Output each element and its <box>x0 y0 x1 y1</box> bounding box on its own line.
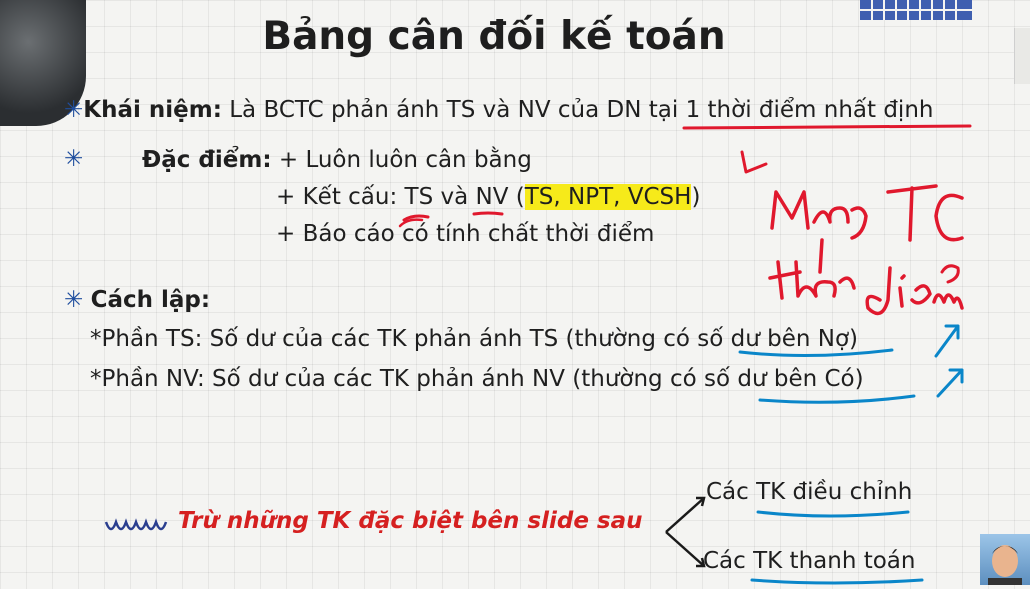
ink-word-tc <box>886 184 938 242</box>
ink-word-thoi <box>768 238 837 300</box>
ink-annotations <box>398 124 972 585</box>
ink-mark-nv <box>472 211 504 216</box>
ink-arrow-mark <box>740 150 768 174</box>
ink-underline-debit <box>738 348 894 358</box>
ink-arrow-up-2 <box>936 368 964 398</box>
ink-underline-payment <box>750 578 924 585</box>
ink-word-diem <box>865 266 964 316</box>
ink-underline-credit <box>758 394 916 404</box>
ink-underline-concept <box>682 124 972 130</box>
ink-word-mang <box>770 190 810 230</box>
ink-underline-adjust <box>756 510 910 518</box>
ink-arrow-up-1 <box>934 324 960 358</box>
